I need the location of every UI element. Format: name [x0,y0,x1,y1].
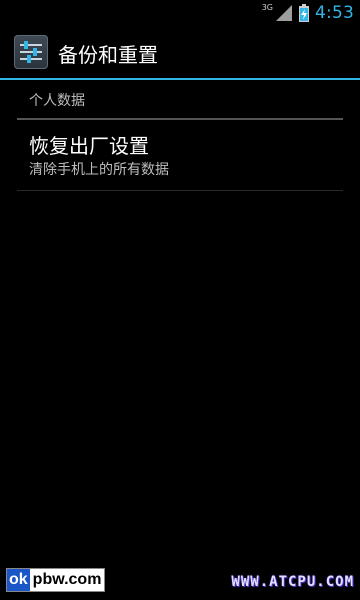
list-item-factory-reset[interactable]: 恢复出厂设置 清除手机上的所有数据 [17,120,343,191]
settings-sliders-glyph [20,41,42,63]
section-header-personal-data: 个人数据 [17,88,343,120]
page-title: 备份和重置 [58,43,158,67]
signal-icon [276,5,293,21]
list-item-title: 恢复出厂设置 [29,134,149,158]
watermark-okpbw-part1: ok [7,569,30,591]
status-bar: 3G 4:53 [0,0,360,26]
section-header-label: 个人数据 [29,93,85,109]
action-bar: 备份和重置 [0,26,360,80]
list-item-summary: 清除手机上的所有数据 [29,162,169,178]
watermark-atcpu: WWW.ATCPU.COM [231,574,354,590]
watermark-okpbw-part2: pbw.com [29,569,105,591]
clock: 4:53 [315,3,354,23]
battery-charging-icon [299,4,310,22]
status-icons: 3G 4:53 [262,0,354,26]
watermark-okpbw: ok pbw.com [6,568,106,592]
settings-sliders-icon[interactable] [14,35,48,69]
network-type-label: 3G [261,2,274,12]
